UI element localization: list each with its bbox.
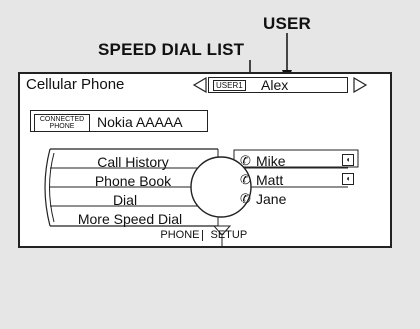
speed-dial-item[interactable]: ✆ Mike ◖ bbox=[238, 151, 358, 169]
handset-icon: ✆ bbox=[240, 153, 251, 168]
voice-tag-icon: ◖ bbox=[342, 173, 354, 185]
speed-dial-label: Mike bbox=[256, 153, 286, 169]
speed-dial-label: Jane bbox=[256, 191, 287, 207]
user-callout: USER bbox=[263, 14, 312, 33]
menu-item-call-history[interactable]: Call History bbox=[58, 152, 208, 172]
cellular-phone-screen: Cellular Phone USER1 Alex CONNECTED PHON… bbox=[18, 72, 392, 248]
menu-item-more-speed-dial[interactable]: More Speed Dial bbox=[52, 209, 208, 229]
handset-icon: ✆ bbox=[240, 191, 251, 206]
voice-tag-icon: ◖ bbox=[342, 154, 354, 166]
footer-setup-label[interactable]: SETUP bbox=[211, 229, 267, 241]
speed-dial-list-callout: SPEED DIAL LIST bbox=[98, 40, 245, 59]
speed-dial-item[interactable]: ✆ Matt ◖ bbox=[238, 170, 358, 188]
speed-dial-item[interactable]: ✆ Jane bbox=[238, 189, 358, 207]
menu-item-phone-book[interactable]: Phone Book bbox=[58, 171, 208, 191]
footer-phone-label[interactable]: PHONE bbox=[144, 229, 199, 241]
handset-icon: ✆ bbox=[240, 172, 251, 187]
footer-bar: PHONE SETUP bbox=[20, 229, 390, 241]
menu-item-dial[interactable]: Dial bbox=[58, 190, 192, 210]
speed-dial-label: Matt bbox=[256, 172, 284, 188]
